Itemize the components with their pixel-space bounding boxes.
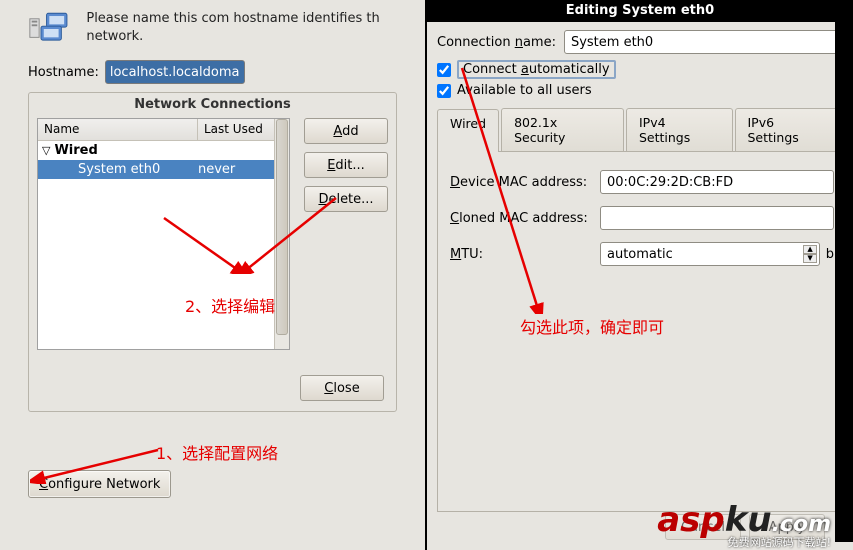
- info-row: Please name this com hostname identifies…: [0, 0, 425, 56]
- edit-button[interactable]: Edit...: [304, 152, 388, 178]
- black-border: [835, 12, 853, 542]
- mtu-value: automatic: [607, 247, 673, 262]
- info-text: Please name this com hostname identifies…: [86, 10, 415, 45]
- device-mac-input[interactable]: [600, 170, 834, 194]
- connection-name-label: Connection name:: [437, 35, 556, 50]
- mtu-spinbox[interactable]: automatic ▲▼: [600, 242, 820, 266]
- tabs: Wired 802.1x Security IPv4 Settings IPv6…: [437, 108, 843, 152]
- scrollbar[interactable]: [274, 119, 289, 349]
- watermark: aspku.com 免费网站源码下载站!: [657, 500, 831, 550]
- delete-button[interactable]: Delete...: [304, 186, 388, 212]
- network-hosts-icon: [28, 10, 74, 48]
- connect-auto-label: Connect automatically: [457, 60, 616, 79]
- connection-row-selected[interactable]: System eth0 never: [38, 160, 274, 179]
- cloned-mac-input[interactable]: [600, 206, 834, 230]
- group-wired[interactable]: ▽ Wired: [38, 141, 274, 160]
- connection-list[interactable]: Name Last Used ▽ Wired System eth0 never: [37, 118, 290, 350]
- group-label: Wired: [54, 143, 97, 158]
- hostname-label: Hostname:: [28, 65, 99, 80]
- list-headers: Name Last Used: [38, 119, 274, 141]
- connection-name-input[interactable]: [564, 30, 843, 54]
- mtu-unit: b: [826, 247, 834, 262]
- hostname-row: Hostname:: [0, 56, 425, 90]
- add-button[interactable]: Add: [304, 118, 388, 144]
- edit-connection-dialog: Editing System eth0 Connection name: Con…: [425, 0, 853, 550]
- triangle-down-icon: ▽: [42, 144, 50, 157]
- wired-tabpage: Device MAC address: Cloned MAC address: …: [437, 152, 843, 512]
- tab-ipv4[interactable]: IPv4 Settings: [626, 108, 733, 151]
- tab-ipv6[interactable]: IPv6 Settings: [735, 108, 842, 151]
- tab-8021x[interactable]: 802.1x Security: [501, 108, 624, 151]
- wizard-panel: Please name this com hostname identifies…: [0, 0, 425, 550]
- row-name: System eth0: [38, 162, 198, 177]
- network-connections-dialog: Network Connections Name Last Used ▽ Wir…: [28, 92, 397, 412]
- tab-wired[interactable]: Wired: [437, 109, 499, 152]
- row-lastused: never: [198, 162, 274, 177]
- hostname-input[interactable]: [105, 60, 245, 84]
- cloned-mac-label: Cloned MAC address:: [450, 211, 600, 226]
- avail-all-label: Available to all users: [457, 83, 592, 98]
- nc-title: Network Connections: [29, 93, 396, 118]
- mtu-label: MTU:: [450, 247, 600, 262]
- header-name: Name: [38, 119, 198, 140]
- device-mac-label: Device MAC address:: [450, 175, 600, 190]
- header-last-used: Last Used: [198, 119, 274, 140]
- connect-auto-checkbox[interactable]: [437, 63, 451, 77]
- connection-name-row: Connection name:: [427, 22, 853, 58]
- avail-all-checkbox[interactable]: [437, 84, 451, 98]
- spin-up-icon[interactable]: ▲: [803, 245, 816, 254]
- spin-down-icon[interactable]: ▼: [803, 254, 816, 263]
- dialog-title: Editing System eth0: [427, 0, 853, 22]
- configure-network-button[interactable]: Configure Network: [28, 470, 171, 498]
- close-button[interactable]: Close: [300, 375, 384, 401]
